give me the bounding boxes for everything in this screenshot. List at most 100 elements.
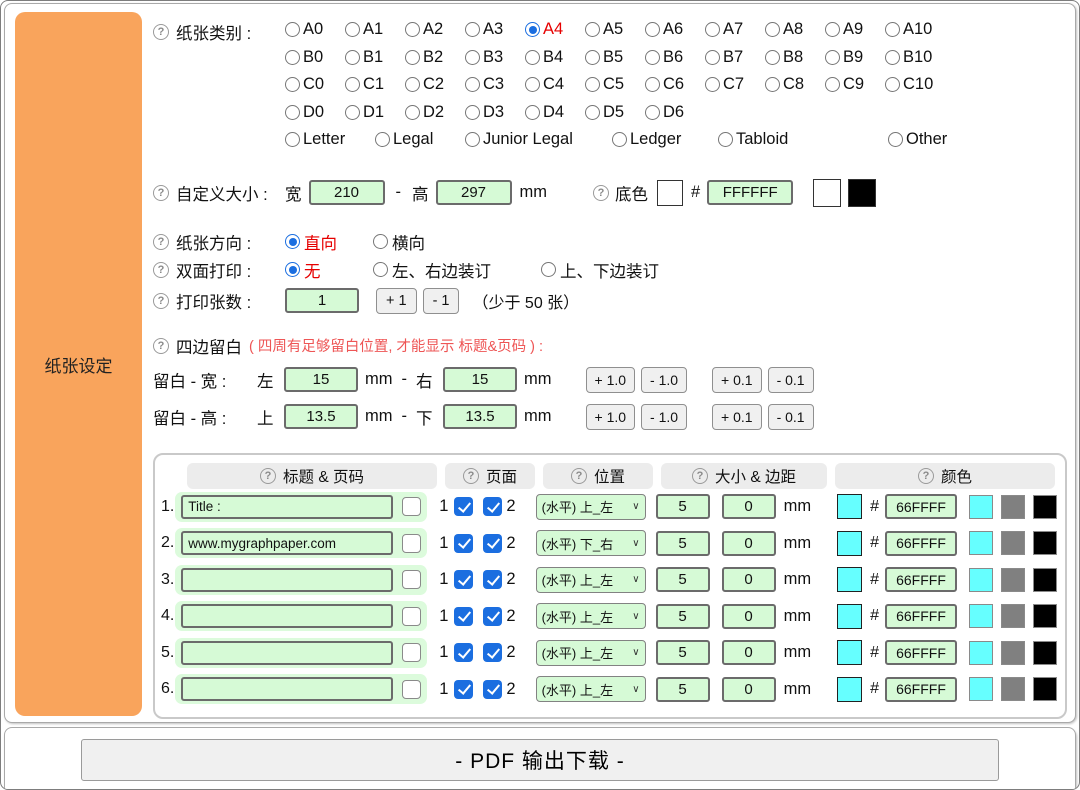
- paper-type-option-d5[interactable]: D5: [585, 103, 645, 122]
- palette-swatch[interactable]: [1033, 495, 1057, 519]
- palette-swatch[interactable]: [1001, 531, 1025, 555]
- duplex-option[interactable]: 无: [285, 258, 373, 282]
- help-icon[interactable]: ?: [571, 468, 587, 484]
- margin-left-input[interactable]: [284, 367, 358, 392]
- help-icon[interactable]: ?: [918, 468, 934, 484]
- title-input[interactable]: [181, 604, 393, 628]
- orientation-option[interactable]: 直向: [285, 230, 373, 254]
- margin-bottom-input[interactable]: [443, 404, 517, 429]
- palette-swatch[interactable]: [1001, 677, 1025, 701]
- paper-type-option-d2[interactable]: D2: [405, 103, 465, 122]
- paper-type-option-b8[interactable]: B8: [765, 48, 825, 67]
- paper-type-option-c2[interactable]: C2: [405, 75, 465, 94]
- row-color-swatch[interactable]: [837, 567, 862, 592]
- paper-type-option-b3[interactable]: B3: [465, 48, 525, 67]
- paper-type-option-c1[interactable]: C1: [345, 75, 405, 94]
- preset-black-swatch[interactable]: [848, 179, 876, 207]
- page1-checkbox[interactable]: [454, 534, 473, 553]
- help-icon[interactable]: ?: [593, 185, 609, 201]
- paper-type-option-d4[interactable]: D4: [525, 103, 585, 122]
- offset-input[interactable]: [722, 494, 776, 519]
- row-color-swatch[interactable]: [837, 531, 862, 556]
- paper-type-option-a9[interactable]: A9: [825, 20, 885, 39]
- paper-type-option-c10[interactable]: C10: [885, 75, 945, 94]
- row-color-swatch[interactable]: [837, 604, 862, 629]
- paper-type-option-c6[interactable]: C6: [645, 75, 705, 94]
- palette-swatch[interactable]: [1001, 641, 1025, 665]
- paper-type-option-tabloid[interactable]: Tabloid: [718, 130, 888, 149]
- copies-increase-button[interactable]: + 1: [376, 288, 417, 314]
- page2-checkbox[interactable]: [483, 570, 502, 589]
- palette-swatch[interactable]: [1001, 568, 1025, 592]
- row-color-swatch[interactable]: [837, 640, 862, 665]
- margin-top-input[interactable]: [284, 404, 358, 429]
- paper-type-option-c8[interactable]: C8: [765, 75, 825, 94]
- size-input[interactable]: [656, 604, 710, 629]
- title-checkbox[interactable]: [402, 680, 421, 699]
- palette-swatch[interactable]: [969, 604, 993, 628]
- paper-type-option-d0[interactable]: D0: [285, 103, 345, 122]
- page2-checkbox[interactable]: [483, 497, 502, 516]
- palette-swatch[interactable]: [969, 677, 993, 701]
- margin-adjust-button[interactable]: - 0.1: [768, 404, 814, 430]
- paper-type-option-a1[interactable]: A1: [345, 20, 405, 39]
- page2-checkbox[interactable]: [483, 607, 502, 626]
- paper-type-option-c0[interactable]: C0: [285, 75, 345, 94]
- margin-adjust-button[interactable]: - 1.0: [641, 404, 687, 430]
- paper-type-option-c3[interactable]: C3: [465, 75, 525, 94]
- help-icon[interactable]: ?: [692, 468, 708, 484]
- paper-type-option-b6[interactable]: B6: [645, 48, 705, 67]
- page1-checkbox[interactable]: [454, 680, 473, 699]
- offset-input[interactable]: [722, 677, 776, 702]
- page2-checkbox[interactable]: [483, 680, 502, 699]
- paper-type-option-a3[interactable]: A3: [465, 20, 525, 39]
- title-input[interactable]: [181, 641, 393, 665]
- duplex-option[interactable]: 左、右边装订: [373, 258, 541, 282]
- margin-right-input[interactable]: [443, 367, 517, 392]
- title-input[interactable]: [181, 568, 393, 592]
- position-select[interactable]: (水平) 上_左∨: [536, 603, 646, 629]
- title-checkbox[interactable]: [402, 534, 421, 553]
- paper-type-option-b2[interactable]: B2: [405, 48, 465, 67]
- pdf-download-button[interactable]: - PDF 输出下载 -: [81, 739, 999, 781]
- size-input[interactable]: [656, 567, 710, 592]
- position-select[interactable]: (水平) 上_左∨: [536, 676, 646, 702]
- help-icon[interactable]: ?: [153, 185, 169, 201]
- paper-type-option-b1[interactable]: B1: [345, 48, 405, 67]
- palette-swatch[interactable]: [1033, 568, 1057, 592]
- palette-swatch[interactable]: [1033, 531, 1057, 555]
- page1-checkbox[interactable]: [454, 497, 473, 516]
- row-color-swatch[interactable]: [837, 677, 862, 702]
- margin-adjust-button[interactable]: - 1.0: [641, 367, 687, 393]
- paper-type-option-b7[interactable]: B7: [705, 48, 765, 67]
- paper-type-option-c7[interactable]: C7: [705, 75, 765, 94]
- title-input[interactable]: [181, 677, 393, 701]
- help-icon[interactable]: ?: [260, 468, 276, 484]
- paper-type-option-a0[interactable]: A0: [285, 20, 345, 39]
- hex-input[interactable]: [885, 567, 957, 592]
- title-checkbox[interactable]: [402, 570, 421, 589]
- paper-type-option-a6[interactable]: A6: [645, 20, 705, 39]
- paper-type-option-b4[interactable]: B4: [525, 48, 585, 67]
- help-icon[interactable]: ?: [153, 293, 169, 309]
- paper-type-option-b5[interactable]: B5: [585, 48, 645, 67]
- hex-input[interactable]: [885, 494, 957, 519]
- title-checkbox[interactable]: [402, 497, 421, 516]
- paper-type-option-a2[interactable]: A2: [405, 20, 465, 39]
- position-select[interactable]: (水平) 上_左∨: [536, 640, 646, 666]
- paper-type-option-a10[interactable]: A10: [885, 20, 945, 39]
- page1-checkbox[interactable]: [454, 570, 473, 589]
- page2-checkbox[interactable]: [483, 534, 502, 553]
- margin-adjust-button[interactable]: + 0.1: [712, 404, 762, 430]
- offset-input[interactable]: [722, 604, 776, 629]
- paper-type-option-b9[interactable]: B9: [825, 48, 885, 67]
- position-select[interactable]: (水平) 上_左∨: [536, 494, 646, 520]
- paper-type-option-d6[interactable]: D6: [645, 103, 705, 122]
- palette-swatch[interactable]: [1033, 604, 1057, 628]
- duplex-option[interactable]: 上、下边装订: [541, 258, 659, 282]
- help-icon[interactable]: ?: [463, 468, 479, 484]
- hex-input[interactable]: [885, 640, 957, 665]
- size-input[interactable]: [656, 531, 710, 556]
- paper-type-option-ledger[interactable]: Ledger: [612, 130, 718, 149]
- page1-checkbox[interactable]: [454, 607, 473, 626]
